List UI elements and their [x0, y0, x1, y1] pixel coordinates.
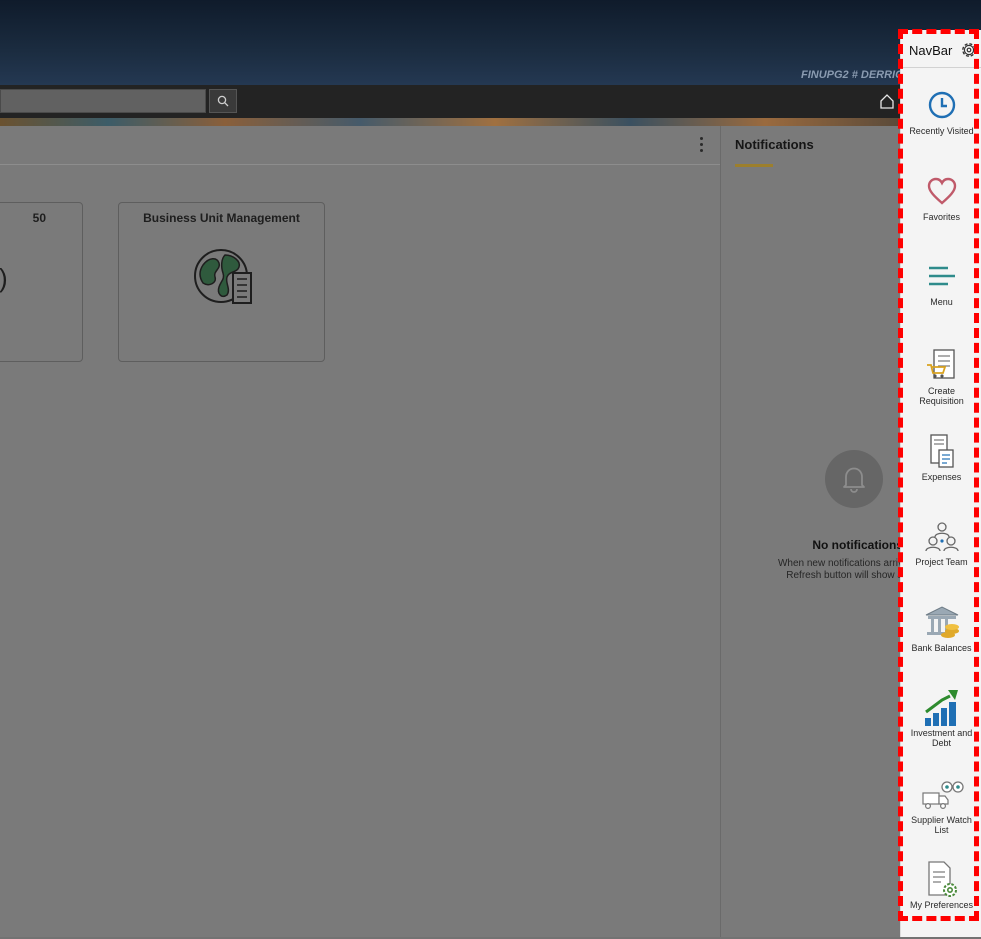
search-button[interactable] — [209, 89, 237, 113]
more-options-icon[interactable] — [696, 137, 706, 155]
empty-notifications-description: When new notifications arriv Refresh but… — [777, 558, 901, 581]
navbar-item-label: Bank Balances — [911, 643, 972, 653]
app-header: FINUPG2 # DERRICK — [0, 0, 981, 85]
cart-document-icon — [926, 349, 955, 379]
user-context: FINUPG2 # DERRICK — [800, 69, 911, 81]
navbar-panel: NavBar Recently Visited Favorites Menu C… — [900, 30, 981, 937]
homepage-header-bar — [0, 126, 720, 165]
tile-title: 50 — [32, 211, 46, 225]
growth-chart-icon — [924, 690, 958, 726]
heart-icon — [927, 177, 956, 205]
menu-lines-icon — [928, 266, 955, 286]
navbar-item-project-team[interactable]: Project Team — [901, 511, 981, 596]
navbar-item-investment-and-debt[interactable]: Investment and Debt — [901, 682, 981, 767]
search-input[interactable] — [0, 89, 206, 113]
homepage-tile-partial[interactable]: 50 ) — [0, 202, 83, 362]
navbar-item-supplier-watch-list[interactable]: Supplier Watch List — [901, 769, 981, 854]
navbar-item-favorites[interactable]: Favorites — [901, 166, 981, 251]
tile-partial-glyph: ) — [0, 263, 8, 294]
navbar-item-label: Menu — [930, 297, 953, 307]
notifications-panel: Notifications No notifications When new … — [720, 126, 901, 937]
home-icon — [880, 94, 894, 109]
navbar-item-label: My Preferences — [909, 900, 974, 910]
navbar-item-recently-visited[interactable]: Recently Visited — [901, 80, 981, 165]
empty-notifications-title: No notifications — [812, 538, 901, 552]
navbar-item-label: Investment and Debt — [910, 728, 973, 748]
binoculars-truck-icon — [921, 781, 964, 810]
navbar-item-my-preferences[interactable]: My Preferences — [901, 854, 981, 939]
bank-icon — [925, 606, 959, 638]
navbar-item-label: Supplier Watch List — [911, 815, 972, 835]
decorative-banner — [0, 118, 900, 126]
notifications-tab-indicator — [735, 164, 773, 167]
navbar-item-expenses[interactable]: Expenses — [901, 426, 981, 511]
navbar-item-label: Create Requisition — [919, 386, 964, 406]
navbar-item-label: Project Team — [915, 557, 968, 567]
gear-icon[interactable] — [960, 41, 978, 59]
navbar-item-label: Recently Visited — [909, 126, 974, 136]
notifications-title: Notifications — [735, 137, 814, 152]
navbar-item-label: Favorites — [922, 212, 960, 222]
bell-icon — [825, 450, 883, 508]
navbar-item-create-requisition[interactable]: Create Requisition — [901, 340, 981, 425]
home-button[interactable] — [876, 90, 898, 112]
clock-icon — [928, 91, 955, 119]
tile-business-unit-management[interactable]: Business Unit Management — [118, 202, 325, 362]
navbar-item-menu[interactable]: Menu — [901, 251, 981, 336]
globe-building-icon — [194, 249, 252, 304]
navbar-title: NavBar — [909, 43, 953, 58]
tile-title: Business Unit Management — [143, 211, 300, 225]
receipt-icon — [929, 434, 954, 468]
search-icon — [217, 95, 229, 107]
team-icon — [924, 522, 959, 552]
navbar-item-bank-balances[interactable]: Bank Balances — [901, 597, 981, 682]
navbar-header: NavBar — [901, 30, 981, 68]
navbar-item-label: Expenses — [921, 472, 962, 482]
homepage-content: 50 ) Business Unit Management — [0, 126, 720, 937]
preferences-document-icon — [927, 861, 957, 897]
